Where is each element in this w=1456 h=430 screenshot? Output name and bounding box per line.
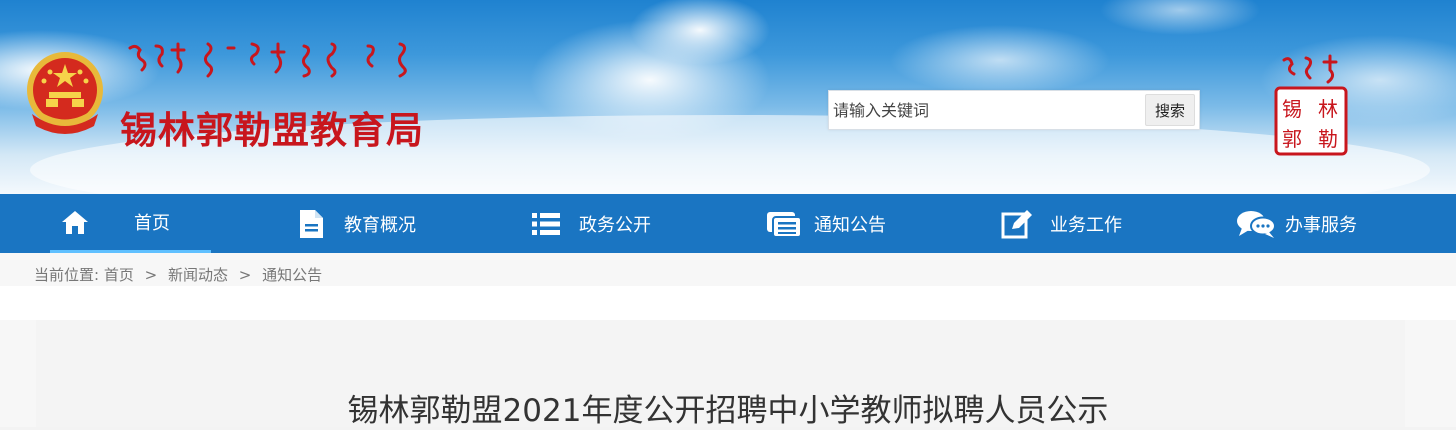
home-icon	[60, 209, 90, 235]
breadcrumb-link-notices[interactable]: 通知公告	[262, 266, 322, 284]
nav-item-services[interactable]: 办事服务	[1236, 194, 1357, 253]
nav-item-government-affairs[interactable]: 政务公开	[531, 194, 651, 253]
nav-item-home[interactable]: 首页	[50, 194, 211, 253]
nav-item-education-overview[interactable]: 教育概况	[296, 194, 416, 253]
mongolian-script-logo	[128, 42, 407, 78]
site-header: 锡林郭勒盟教育局 搜索 锡 林 郭 勒	[0, 0, 1456, 194]
bureau-seal-logo: 锡 林 郭 勒	[1274, 54, 1348, 156]
nav-item-notices[interactable]: 通知公告	[766, 194, 886, 253]
nav-label-home: 首页	[134, 213, 170, 234]
chat-icon	[1236, 209, 1276, 239]
national-emblem-icon	[27, 52, 103, 134]
edit-icon	[1001, 209, 1033, 239]
seal-char-2: 林	[1318, 97, 1338, 121]
seal-char-4: 勒	[1318, 127, 1338, 151]
breadcrumb-prefix: 当前位置:	[34, 266, 100, 284]
seal-char-3: 郭	[1282, 127, 1302, 151]
article-title: 锡林郭勒盟2021年度公开招聘中小学教师拟聘人员公示	[347, 393, 1109, 429]
document-icon	[296, 209, 326, 239]
search-button[interactable]: 搜索	[1145, 94, 1195, 126]
search-input[interactable]	[831, 94, 1143, 126]
notice-icon	[766, 210, 802, 238]
nav-label-education-overview: 教育概况	[344, 214, 416, 236]
nav-item-business-work[interactable]: 业务工作	[1001, 194, 1122, 253]
search-box: 搜索	[828, 90, 1200, 130]
list-icon	[531, 211, 561, 237]
breadcrumb-link-home[interactable]: 首页	[104, 266, 134, 284]
nav-label-notices: 通知公告	[814, 214, 886, 236]
nav-label-business-work: 业务工作	[1050, 214, 1122, 236]
main-nav: 首页 教育概况 政务公开 通知公告 业务工作 办事服务	[0, 194, 1456, 253]
seal-char-1: 锡	[1282, 97, 1302, 121]
breadcrumb-spacer	[0, 286, 1456, 320]
breadcrumb-separator: >	[238, 266, 252, 284]
sky-clouds-background	[0, 0, 1456, 194]
breadcrumb-link-news[interactable]: 新闻动态	[168, 266, 228, 284]
site-title: 锡林郭勒盟教育局	[120, 108, 424, 152]
breadcrumb-separator: >	[144, 266, 158, 284]
nav-label-government-affairs: 政务公开	[579, 214, 651, 236]
nav-label-services: 办事服务	[1285, 214, 1357, 236]
breadcrumb: 当前位置: 首页 > 新闻动态 > 通知公告	[34, 264, 322, 285]
